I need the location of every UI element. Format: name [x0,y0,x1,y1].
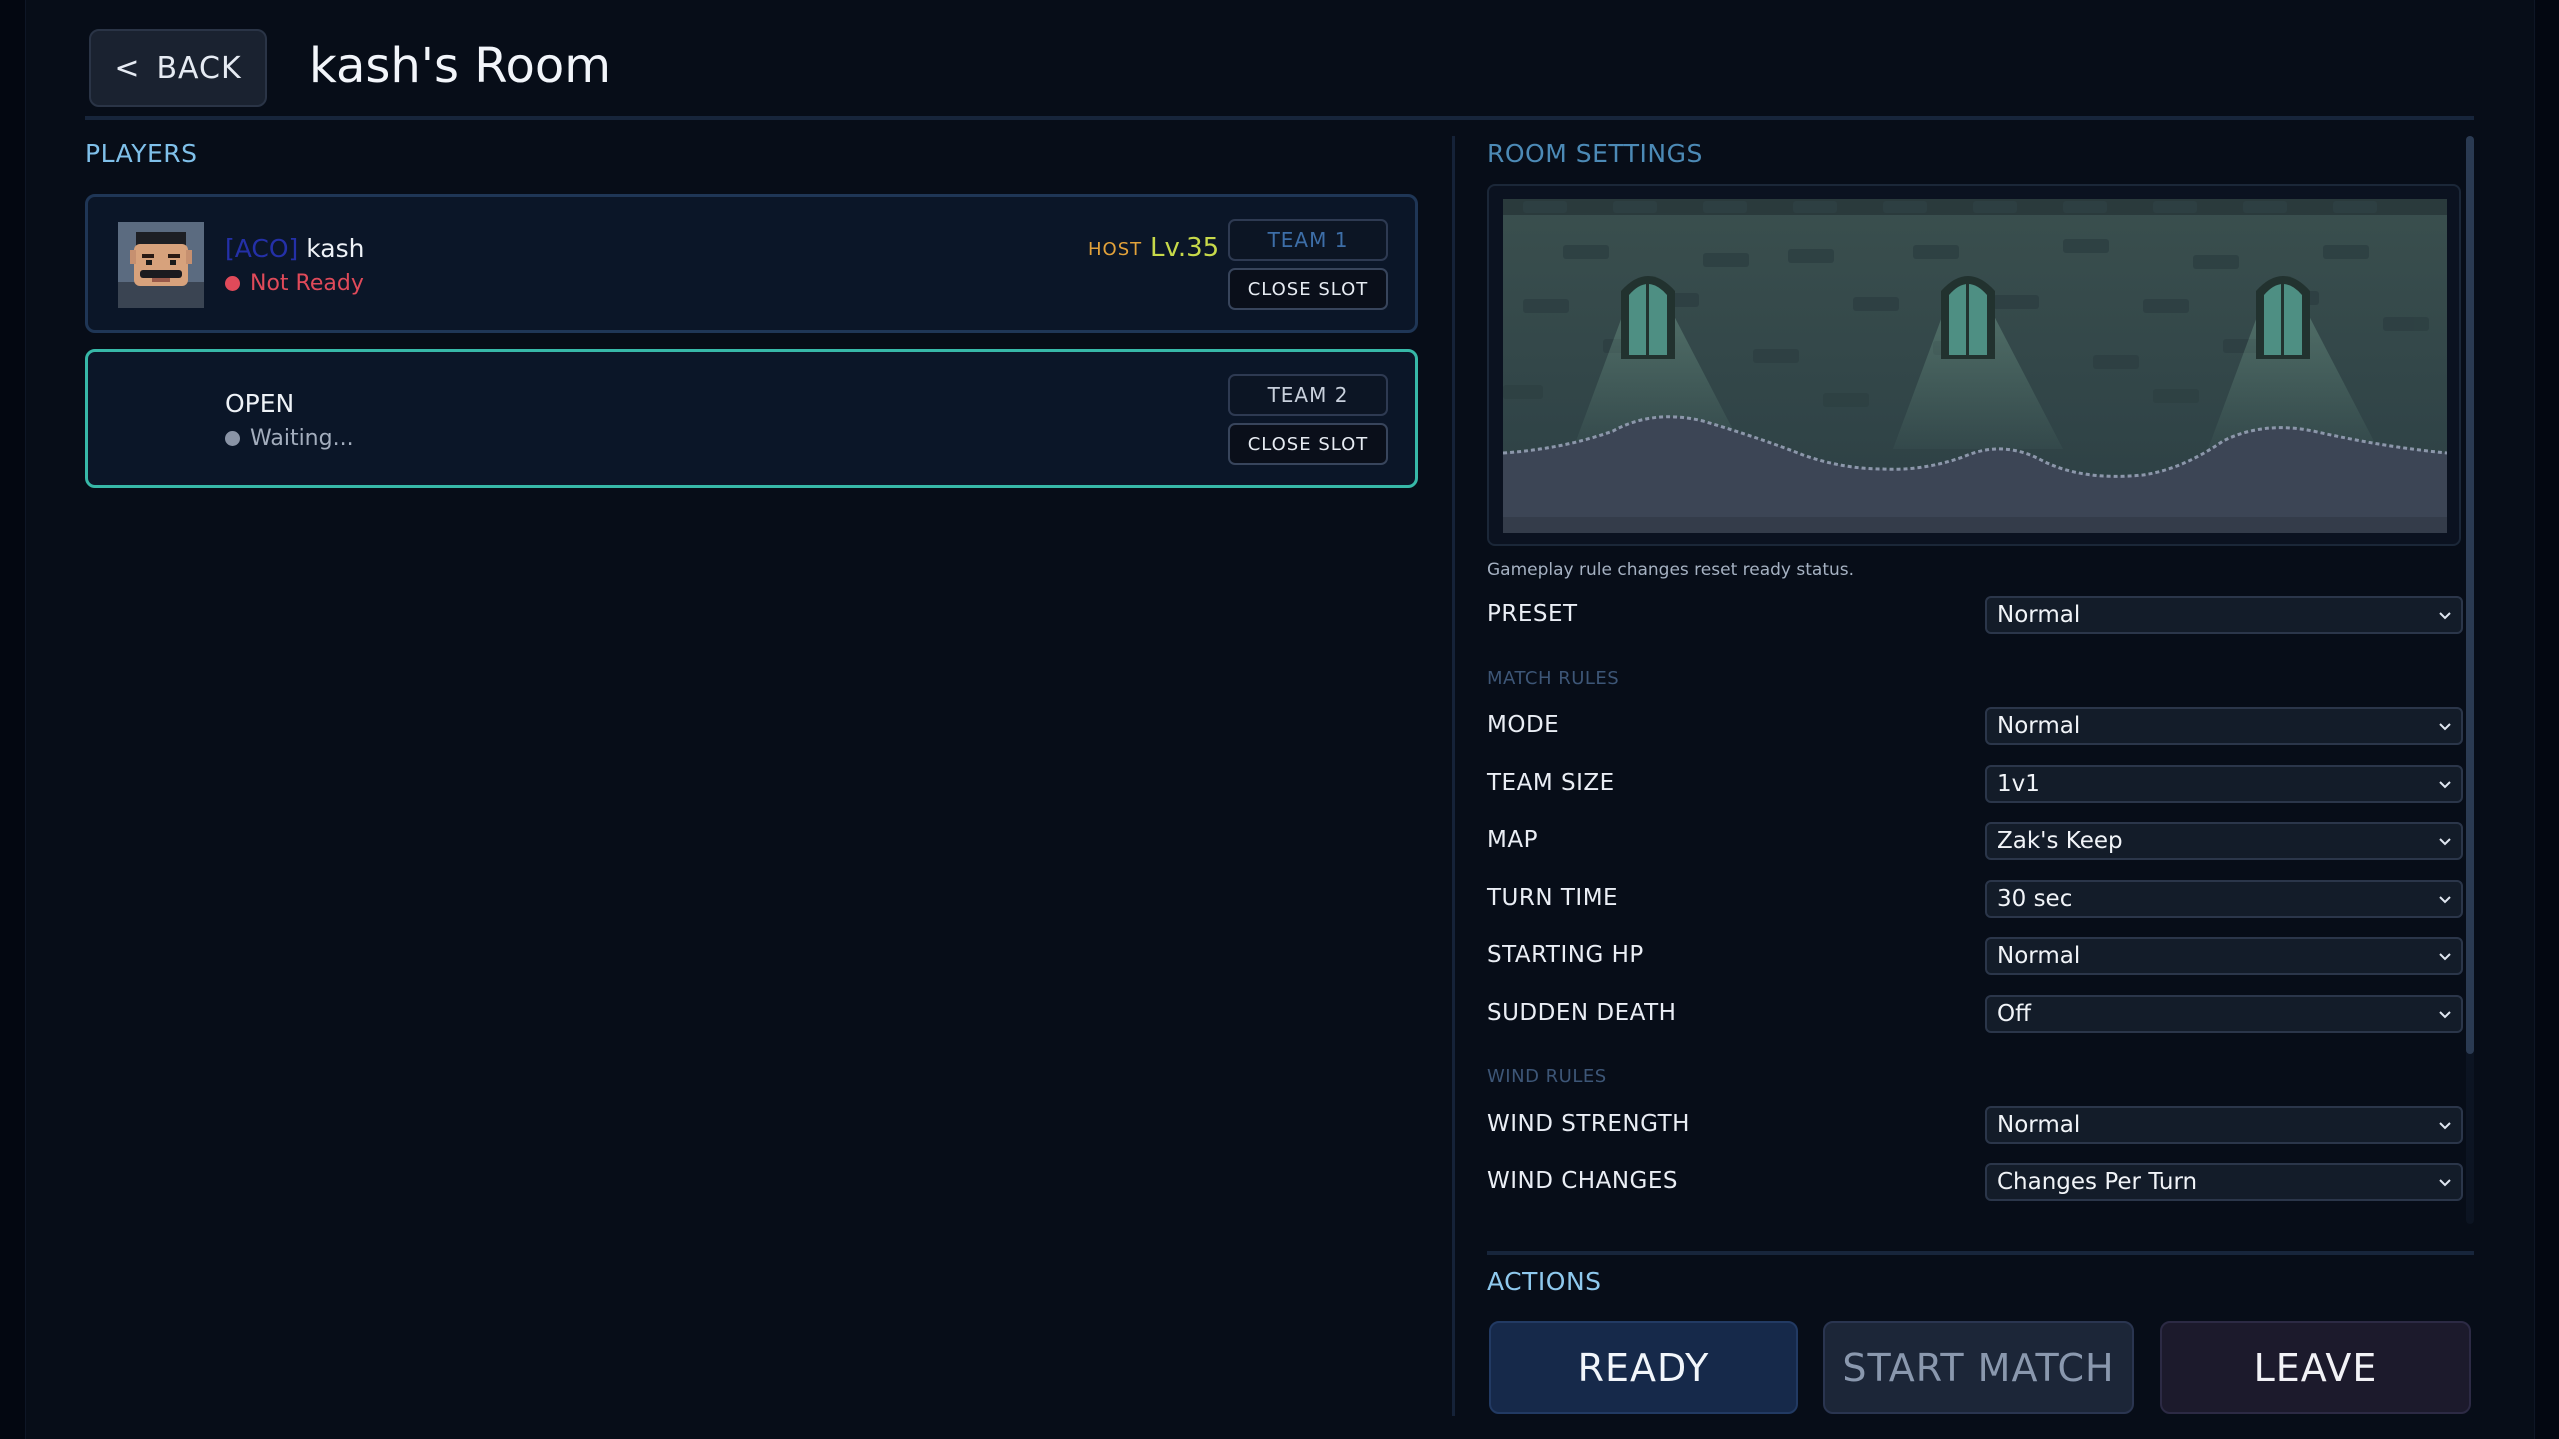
wind-strength-label: WIND STRENGTH [1487,1111,1690,1137]
player-slot-2: OPEN Waiting... TEAM 2 CLOSE SLOT [85,349,1418,488]
chevron-down-icon [2439,723,2451,731]
player-name: OPEN [225,389,295,418]
starting-hp-value: Normal [1997,943,2081,969]
map-label: MAP [1487,827,1538,853]
sudden-death-value: Off [1997,1001,2031,1027]
map-select[interactable]: Zak's Keep [1985,822,2463,860]
header-divider [85,116,2474,120]
room-title: kash's Room [309,38,611,94]
player-name-text: kash [306,234,365,263]
map-preview [1487,184,2461,546]
team-size-label: TEAM SIZE [1487,770,1615,796]
player-status: Not Ready [225,271,364,296]
mode-select[interactable]: Normal [1985,707,2463,745]
team-size-select[interactable]: 1v1 [1985,765,2463,803]
chevron-down-icon [2439,612,2451,620]
player-level: Lv.35 [1150,233,1220,263]
preset-select[interactable]: Normal [1985,596,2463,634]
player-name: [ACO] kash [225,234,365,263]
sudden-death-select[interactable]: Off [1985,995,2463,1033]
map-value: Zak's Keep [1997,828,2123,854]
back-label: BACK [156,50,242,86]
turn-time-value: 30 sec [1997,886,2073,912]
chevron-down-icon [2439,1179,2451,1187]
wind-strength-select[interactable]: Normal [1985,1106,2463,1144]
team-button-1[interactable]: TEAM 1 [1228,219,1388,261]
actions-heading: ACTIONS [1487,1267,1602,1296]
ready-button[interactable]: READY [1489,1321,1798,1414]
team-button-2[interactable]: TEAM 2 [1228,374,1388,416]
host-badge: HOST [1088,239,1143,260]
chevron-left-icon: < [114,50,141,86]
wind-rules-label: WIND RULES [1487,1066,1607,1087]
chevron-down-icon [2439,781,2451,789]
status-dot-icon [225,431,240,446]
back-button[interactable]: < BACK [89,29,267,107]
wind-changes-label: WIND CHANGES [1487,1168,1678,1194]
starting-hp-select[interactable]: Normal [1985,937,2463,975]
preset-value: Normal [1997,602,2081,628]
mode-value: Normal [1997,713,2081,739]
actions-divider [1487,1251,2474,1255]
preset-label: PRESET [1487,601,1578,627]
turn-time-label: TURN TIME [1487,885,1619,911]
player-slot-1: [ACO] kash Not Ready HOST Lv.35 TEAM 1 C… [85,194,1418,333]
chevron-down-icon [2439,838,2451,846]
chevron-down-icon [2439,953,2451,961]
status-dot-icon [225,276,240,291]
wind-changes-select[interactable]: Changes Per Turn [1985,1163,2463,1201]
start-match-button[interactable]: START MATCH [1823,1321,2134,1414]
wind-strength-value: Normal [1997,1112,2081,1138]
settings-scrollbar-thumb[interactable] [2466,136,2474,1054]
avatar [118,222,204,308]
player-status: Waiting... [225,426,354,451]
chevron-down-icon [2439,896,2451,904]
chevron-down-icon [2439,1122,2451,1130]
close-slot-button-1[interactable]: CLOSE SLOT [1228,268,1388,310]
panel-divider [1452,136,1455,1416]
clan-tag: [ACO] [225,234,299,263]
chevron-down-icon [2439,1011,2451,1019]
wind-changes-value: Changes Per Turn [1997,1169,2198,1195]
mode-label: MODE [1487,712,1560,738]
players-heading: PLAYERS [85,139,198,168]
leave-button[interactable]: LEAVE [2160,1321,2471,1414]
close-slot-button-2[interactable]: CLOSE SLOT [1228,423,1388,465]
sudden-death-label: SUDDEN DEATH [1487,1000,1677,1026]
match-rules-label: MATCH RULES [1487,668,1620,689]
status-text: Waiting... [250,426,354,451]
turn-time-select[interactable]: 30 sec [1985,880,2463,918]
room-settings-heading: ROOM SETTINGS [1487,139,1703,168]
rule-change-note: Gameplay rule changes reset ready status… [1487,560,1855,580]
status-text: Not Ready [250,271,364,296]
starting-hp-label: STARTING HP [1487,942,1644,968]
team-size-value: 1v1 [1997,771,2040,797]
